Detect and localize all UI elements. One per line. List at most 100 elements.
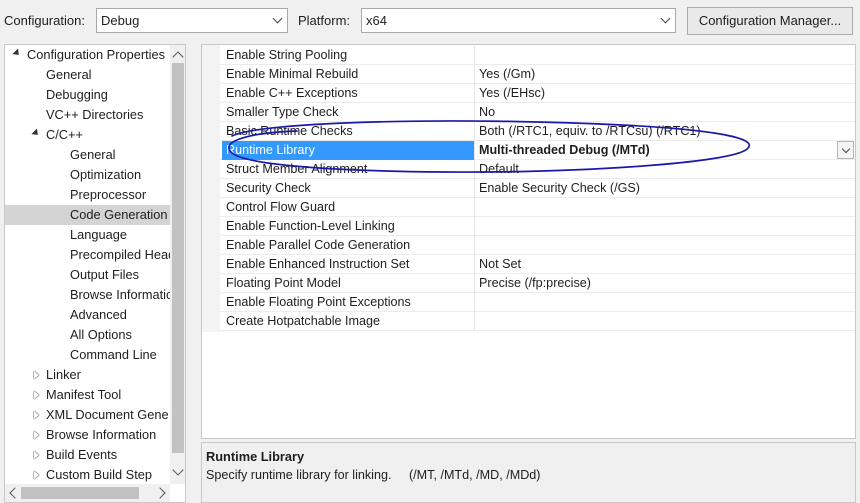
tree-item[interactable]: All Options (5, 325, 170, 345)
tree-item[interactable]: Precompiled Heade (5, 245, 182, 265)
tree-item[interactable]: Preprocessor (5, 185, 170, 205)
configuration-manager-button[interactable]: Configuration Manager... (687, 7, 853, 35)
tree-item[interactable]: Debugging (5, 85, 170, 105)
tree-item-label: Linker (46, 367, 81, 382)
tree-item[interactable]: Browse Information (5, 285, 180, 305)
property-row[interactable]: Struct Member Alignment Default (220, 160, 855, 179)
property-row[interactable]: Create Hotpatchable Image (220, 312, 855, 331)
column-divider[interactable] (474, 198, 475, 217)
column-divider[interactable] (474, 236, 475, 255)
column-divider[interactable] (474, 179, 475, 198)
column-divider[interactable] (474, 84, 475, 103)
property-name: Create Hotpatchable Image (226, 314, 381, 328)
collapse-arrow-icon[interactable] (31, 445, 41, 465)
property-grid-gutter (202, 45, 220, 332)
tree-item[interactable]: Browse Information (5, 425, 170, 445)
tree-item[interactable]: Code Generation (5, 205, 170, 225)
scroll-left-arrow-icon[interactable] (9, 487, 21, 499)
tree-item[interactable]: XML Document Gene (5, 405, 170, 425)
configuration-toolbar: Configuration: Debug Platform: x64 Confi… (0, 0, 860, 42)
tree-item-label: Preprocessor (70, 187, 147, 202)
property-row[interactable]: Basic Runtime Checks Both (/RTC1, equiv. … (220, 122, 855, 141)
collapse-arrow-icon[interactable] (31, 425, 41, 445)
collapse-arrow-icon[interactable] (31, 385, 41, 405)
scroll-right-arrow-icon[interactable] (154, 487, 166, 499)
tree-item[interactable]: Output Files (5, 265, 170, 285)
property-name: Floating Point Model (226, 276, 341, 290)
property-row[interactable]: Enable Floating Point Exceptions (220, 293, 855, 312)
property-name: Security Check (226, 181, 311, 195)
column-divider[interactable] (474, 141, 475, 160)
tree-item[interactable]: VC++ Directories (5, 105, 170, 125)
property-value[interactable] (479, 293, 839, 312)
property-value[interactable]: Default (479, 160, 839, 179)
scroll-up-arrow-icon[interactable] (172, 51, 184, 63)
tree-item[interactable]: Command Line (5, 345, 170, 365)
column-divider[interactable] (474, 46, 475, 65)
property-value[interactable]: Both (/RTC1, equiv. to /RTCsu) (/RTC1) (479, 122, 839, 141)
tree-item[interactable]: Linker (5, 365, 170, 385)
scroll-down-arrow-icon[interactable] (172, 464, 184, 476)
tree-vertical-scrollbar[interactable] (170, 45, 185, 484)
tree-item-label: Manifest Tool (46, 387, 122, 402)
tree-item[interactable]: Language (5, 225, 170, 245)
property-row[interactable]: Enable Function-Level Linking (220, 217, 855, 236)
column-divider[interactable] (474, 65, 475, 84)
tree-item[interactable]: C/C++ (5, 125, 170, 145)
property-dropdown-button[interactable] (837, 141, 854, 159)
property-value[interactable]: Enable Security Check (/GS) (479, 179, 839, 198)
property-value[interactable]: No (479, 103, 839, 122)
tree-item[interactable]: Manifest Tool (5, 385, 170, 405)
property-value[interactable]: Yes (/EHsc) (479, 84, 839, 103)
property-value[interactable]: Precise (/fp:precise) (479, 274, 839, 293)
configuration-dropdown[interactable]: Debug (96, 8, 288, 33)
collapse-arrow-icon[interactable] (31, 465, 41, 485)
property-row[interactable]: Enable String Pooling (220, 46, 855, 65)
tree-item[interactable]: Custom Build Step (5, 465, 170, 485)
column-divider[interactable] (474, 312, 475, 331)
platform-dropdown[interactable]: x64 (361, 8, 676, 33)
column-divider[interactable] (474, 255, 475, 274)
property-value[interactable] (479, 236, 839, 255)
tree-item[interactable]: General (5, 65, 170, 85)
property-value[interactable]: Yes (/Gm) (479, 65, 839, 84)
tree-item-label: XML Document Gene (46, 407, 169, 422)
configuration-label: Configuration: (4, 13, 85, 28)
property-value[interactable] (479, 217, 839, 236)
tree-item[interactable]: Advanced (5, 305, 170, 325)
property-row[interactable]: Smaller Type Check No (220, 103, 855, 122)
property-row[interactable]: Enable C++ Exceptions Yes (/EHsc) (220, 84, 855, 103)
column-divider[interactable] (474, 293, 475, 312)
tree-horizontal-scrollbar[interactable] (5, 484, 170, 502)
property-row[interactable]: Runtime Library Multi-threaded Debug (/MT… (220, 141, 855, 160)
property-row[interactable]: Enable Parallel Code Generation (220, 236, 855, 255)
property-value[interactable]: Multi-threaded Debug (/MTd) (479, 141, 839, 160)
property-row[interactable]: Security Check Enable Security Check (/GS… (220, 179, 855, 198)
property-value[interactable] (479, 312, 839, 331)
property-row[interactable]: Floating Point Model Precise (/fp:precise… (220, 274, 855, 293)
collapse-arrow-icon[interactable] (31, 405, 41, 425)
property-value[interactable] (479, 46, 839, 65)
property-value[interactable]: Not Set (479, 255, 839, 274)
collapse-arrow-icon[interactable] (31, 365, 41, 385)
tree-item[interactable]: General (5, 145, 170, 165)
property-row[interactable]: Enable Minimal Rebuild Yes (/Gm) (220, 65, 855, 84)
column-divider[interactable] (474, 122, 475, 141)
property-name: Enable String Pooling (226, 48, 348, 62)
expand-arrow-icon[interactable] (31, 125, 41, 145)
column-divider[interactable] (474, 274, 475, 293)
column-divider[interactable] (474, 160, 475, 179)
tree-item[interactable]: Optimization (5, 165, 170, 185)
property-value[interactable] (479, 198, 839, 217)
expand-arrow-icon[interactable] (12, 45, 22, 65)
tree-item[interactable]: Configuration Properties (5, 45, 170, 65)
tree-horizontal-scroll-thumb[interactable] (21, 487, 139, 499)
column-divider[interactable] (474, 217, 475, 236)
tree-item-label: Configuration Properties (27, 47, 165, 62)
column-divider[interactable] (474, 103, 475, 122)
tree-vertical-scroll-thumb[interactable] (172, 63, 184, 453)
property-row[interactable]: Enable Enhanced Instruction Set Not Set (220, 255, 855, 274)
property-row[interactable]: Control Flow Guard (220, 198, 855, 217)
tree-item[interactable]: Build Events (5, 445, 170, 465)
tree-item-label: Output Files (70, 267, 139, 282)
